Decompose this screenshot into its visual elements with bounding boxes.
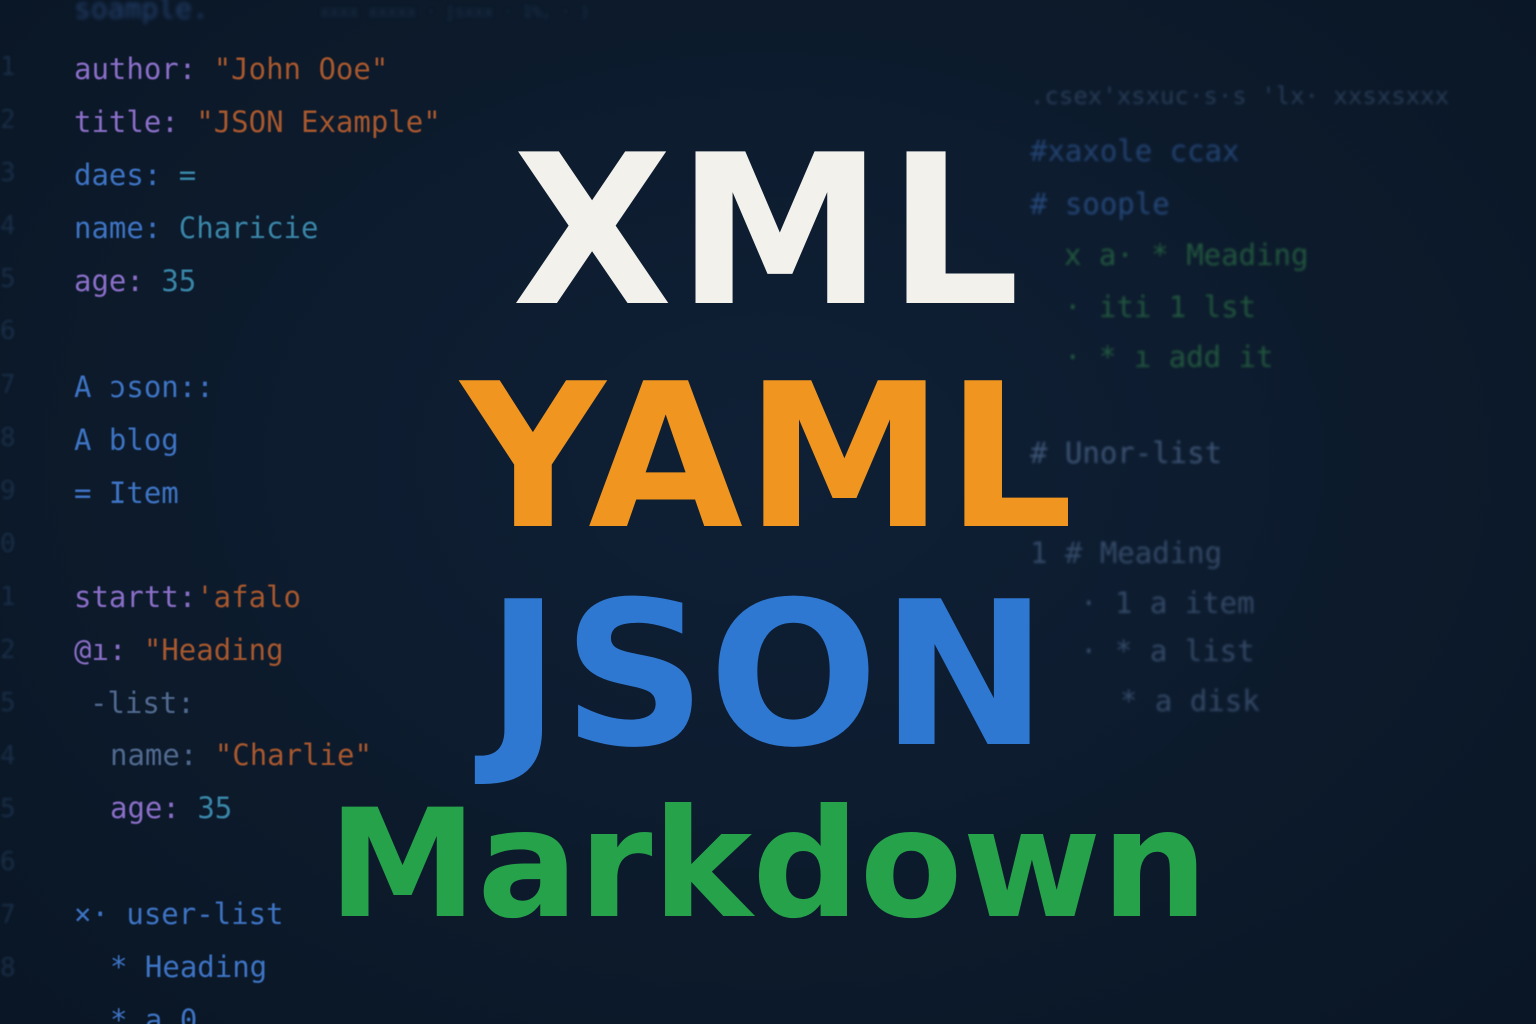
code-background-canvas: soample. xxxx xxxxx · jsxxx · 1%, · ) 1 … [0, 0, 1536, 1024]
xml-title: XML [512, 111, 1024, 353]
yaml-title: YAML [460, 341, 1076, 574]
markdown-title: Markdown [327, 778, 1208, 952]
format-titles: XML YAML JSON Markdown [0, 0, 1536, 1024]
json-title: JSON [486, 559, 1050, 792]
